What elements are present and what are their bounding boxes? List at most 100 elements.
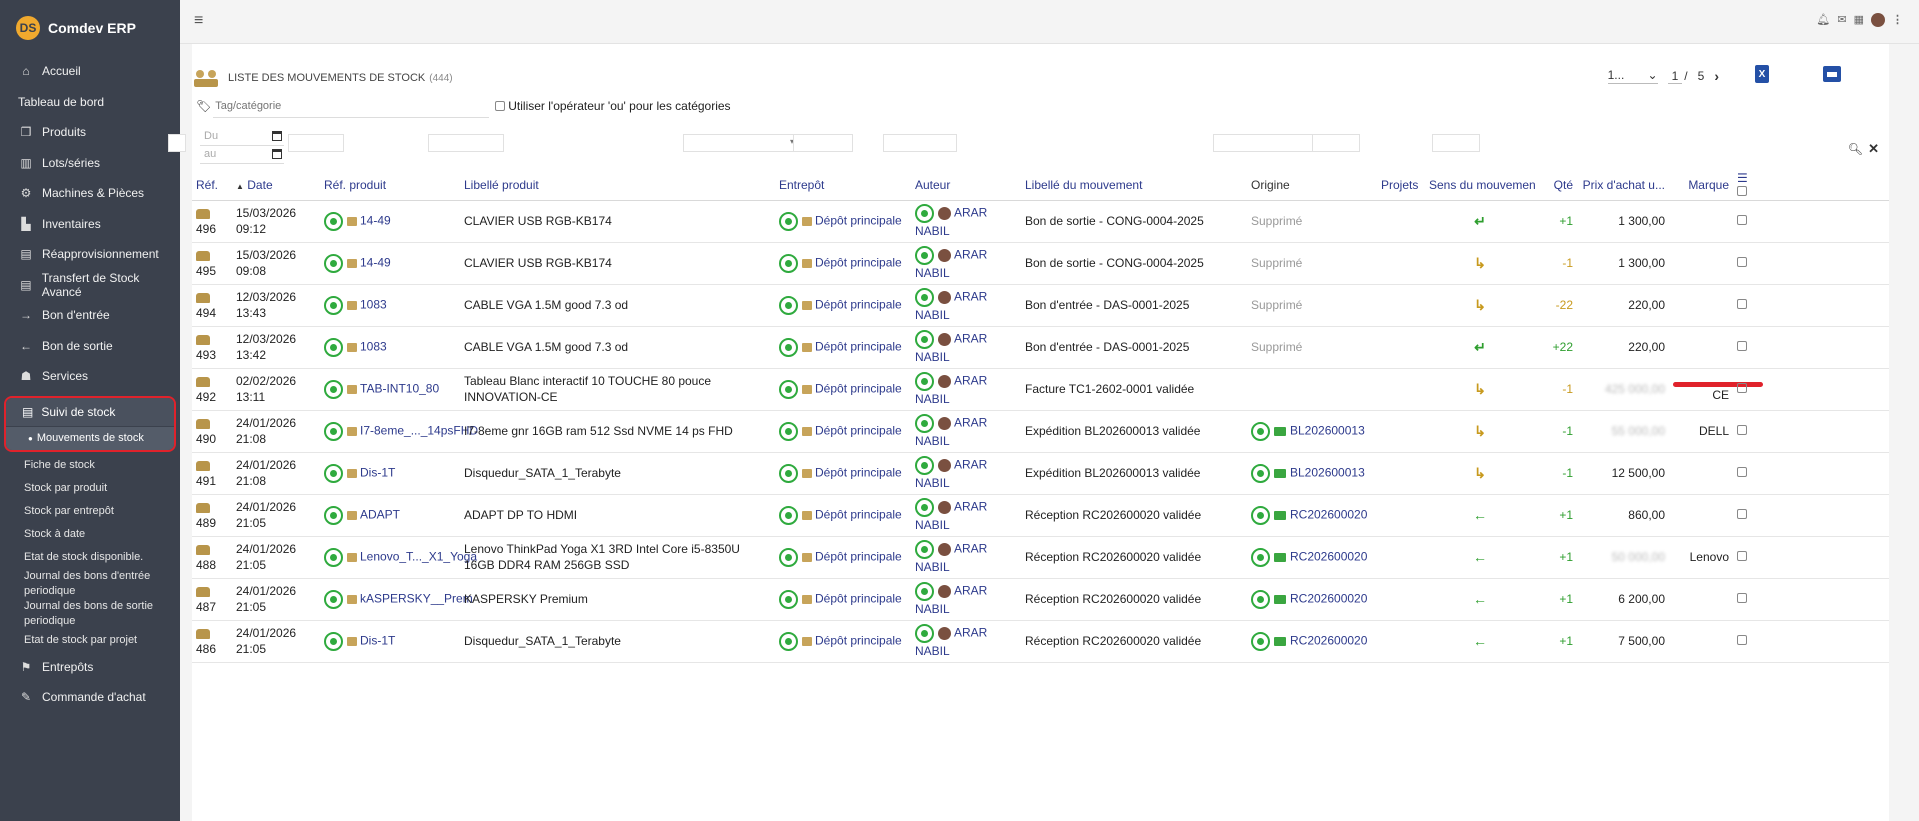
warehouse-link[interactable]: Dépôt principale (815, 297, 902, 311)
table-row[interactable]: 496 15/03/2026 09:12 14-49 CLAVIER USB RGB-… (192, 200, 1889, 243)
chat-icon[interactable]: ✉ (1837, 13, 1846, 27)
sidebar-item-6[interactable]: ▤ Réapprovisionnement (0, 239, 180, 270)
table-row[interactable]: 495 15/03/2026 09:08 14-49 CLAVIER USB RGB-… (192, 242, 1889, 285)
row-checkbox[interactable] (1737, 509, 1747, 519)
product-ref-link[interactable]: 14-49 (360, 213, 391, 227)
whatsapp-icon[interactable] (915, 497, 934, 517)
whatsapp-icon[interactable] (915, 455, 934, 475)
product-ref-link[interactable]: Dis-1T (360, 633, 395, 647)
row-checkbox[interactable] (1737, 299, 1747, 309)
table-row[interactable]: 493 12/03/2026 13:42 1083 CABLE VGA 1.5M go… (192, 326, 1889, 369)
next-page-button[interactable]: › (1714, 68, 1719, 84)
row-checkbox[interactable] (1737, 257, 1747, 267)
product-ref-link[interactable]: kASPERSKY__Prem (360, 591, 473, 605)
warehouse-link[interactable]: Dépôt principale (815, 549, 902, 563)
row-checkbox[interactable] (1737, 467, 1747, 477)
warehouse-link[interactable]: Dépôt principale (815, 633, 902, 647)
calendar-icon[interactable]: ▦ (1854, 13, 1864, 27)
warehouse-link[interactable]: Dépôt principale (815, 423, 902, 437)
ref-value[interactable]: 487 (196, 600, 216, 614)
per-page-select[interactable]: 1... ⌄ (1607, 68, 1658, 84)
table-row[interactable]: 490 24/01/2026 21:08 I7-8eme_..._14psFHD I7… (192, 410, 1889, 453)
sidebar-item-5[interactable]: ▙ Inventaires (0, 209, 180, 240)
filter-ref-produit[interactable] (288, 134, 344, 152)
whatsapp-icon[interactable] (324, 547, 343, 567)
sidebar-subitem-7[interactable]: Etat de stock par projet (0, 629, 180, 652)
col-ref[interactable]: Réf. (192, 170, 232, 201)
whatsapp-icon[interactable] (324, 589, 343, 609)
product-ref-link[interactable]: I7-8eme_..._14psFHD (360, 423, 478, 437)
excel-export-icon[interactable]: X (1755, 65, 1769, 83)
whatsapp-icon[interactable] (1251, 631, 1270, 651)
whatsapp-icon[interactable] (915, 539, 934, 559)
ref-value[interactable]: 495 (196, 264, 216, 278)
sidebar-subitem-2[interactable]: Stock par entrepôt (0, 500, 180, 523)
select-all-checkbox[interactable] (1737, 185, 1747, 196)
bell-icon[interactable]: 🔔︎ (1816, 13, 1830, 27)
warehouse-link[interactable]: Dépôt principale (815, 591, 902, 605)
product-ref-link[interactable]: TAB-INT10_80 (360, 381, 439, 395)
whatsapp-icon[interactable] (1251, 421, 1270, 441)
whatsapp-icon[interactable] (324, 337, 343, 357)
current-page-input[interactable]: 1 (1667, 69, 1683, 84)
ref-value[interactable]: 489 (196, 516, 216, 530)
filter-ref[interactable] (168, 134, 186, 152)
table-row[interactable]: 494 12/03/2026 13:43 1083 CABLE VGA 1.5M go… (192, 284, 1889, 327)
warehouse-link[interactable]: Dépôt principale (815, 381, 902, 395)
whatsapp-icon[interactable] (1251, 463, 1270, 483)
date-to-input[interactable]: au (200, 148, 284, 164)
kebab-menu-icon[interactable]: ⋮ (1892, 13, 1903, 27)
whatsapp-icon[interactable] (779, 631, 798, 651)
whatsapp-icon[interactable] (915, 203, 934, 223)
origin-link[interactable]: RC202600020 (1290, 507, 1367, 521)
sidebar-item-3[interactable]: ▥ Lots/séries (0, 148, 180, 179)
whatsapp-icon[interactable] (779, 505, 798, 525)
ref-value[interactable]: 490 (196, 432, 216, 446)
col-marque[interactable]: Marque (1669, 170, 1733, 201)
ref-value[interactable]: 488 (196, 558, 216, 572)
origin-link[interactable]: RC202600020 (1290, 549, 1367, 563)
filter-entrepot-select[interactable] (683, 134, 799, 152)
table-row[interactable]: 486 24/01/2026 21:05 Dis-1T Disquedur_SATA_… (192, 620, 1889, 663)
row-checkbox[interactable] (1737, 215, 1747, 225)
whatsapp-icon[interactable] (915, 245, 934, 265)
filter-libelle-produit[interactable] (428, 134, 504, 152)
whatsapp-icon[interactable] (324, 379, 343, 399)
row-checkbox[interactable] (1737, 593, 1747, 603)
col-auteur[interactable]: Auteur (911, 170, 1021, 201)
col-projets[interactable]: Projets (1377, 170, 1425, 201)
warehouse-link[interactable]: Dépôt principale (815, 255, 902, 269)
row-checkbox[interactable] (1737, 383, 1747, 393)
whatsapp-icon[interactable] (324, 421, 343, 441)
whatsapp-icon[interactable] (324, 505, 343, 525)
col-libelle-produit[interactable]: Libellé produit (460, 170, 775, 201)
ref-value[interactable]: 491 (196, 474, 216, 488)
col-prix[interactable]: Prix d'achat u... (1577, 170, 1669, 201)
row-checkbox[interactable] (1737, 551, 1747, 561)
col-sens[interactable]: Sens du mouvement (1425, 170, 1535, 201)
row-checkbox[interactable] (1737, 635, 1747, 645)
whatsapp-icon[interactable] (779, 337, 798, 357)
whatsapp-icon[interactable] (779, 379, 798, 399)
row-checkbox[interactable] (1737, 341, 1747, 351)
whatsapp-icon[interactable] (915, 581, 934, 601)
product-ref-link[interactable]: 1083 (360, 297, 387, 311)
origin-link[interactable]: BL202600013 (1290, 423, 1365, 437)
whatsapp-icon[interactable] (779, 211, 798, 231)
whatsapp-icon[interactable] (1251, 589, 1270, 609)
col-ref-produit[interactable]: Réf. produit (320, 170, 460, 201)
origin-link[interactable]: BL202600013 (1290, 465, 1365, 479)
sidebar-item-2[interactable]: ❒ Produits (0, 117, 180, 148)
ref-value[interactable]: 492 (196, 390, 216, 404)
filter-sens-select[interactable] (1213, 134, 1325, 152)
whatsapp-icon[interactable] (915, 623, 934, 643)
whatsapp-icon[interactable] (1251, 505, 1270, 525)
origin-link[interactable]: RC202600020 (1290, 633, 1367, 647)
whatsapp-icon[interactable] (779, 295, 798, 315)
product-ref-link[interactable]: Dis-1T (360, 465, 395, 479)
sidebar-subitem-1[interactable]: Stock par produit (0, 477, 180, 500)
print-icon[interactable] (1823, 66, 1841, 82)
table-row[interactable]: 487 24/01/2026 21:05 kASPERSKY__Prem KASPER… (192, 578, 1889, 621)
whatsapp-icon[interactable] (779, 547, 798, 567)
whatsapp-icon[interactable] (779, 421, 798, 441)
